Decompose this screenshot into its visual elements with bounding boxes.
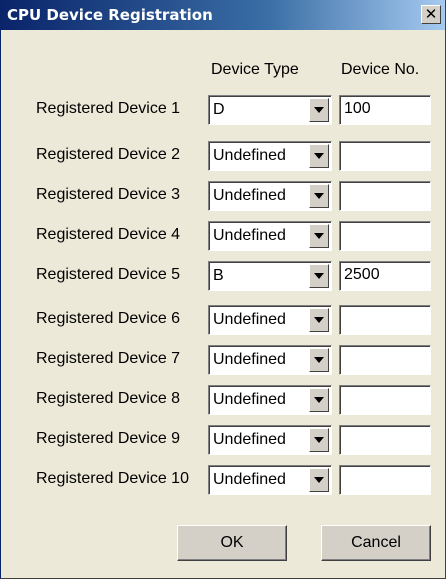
device-type-value: Undefined bbox=[213, 147, 286, 164]
device-type-value: Undefined bbox=[213, 431, 286, 448]
chevron-down-icon bbox=[314, 397, 324, 403]
device-type-value: Undefined bbox=[213, 391, 286, 408]
registered-device-label: Registered Device 2 bbox=[36, 146, 181, 163]
device-number-input[interactable]: 2500 bbox=[339, 261, 431, 291]
registered-device-label: Registered Device 9 bbox=[36, 430, 181, 447]
device-type-header: Device Type bbox=[211, 61, 299, 78]
chevron-down-icon bbox=[314, 357, 324, 363]
device-number-input[interactable] bbox=[339, 141, 431, 171]
cancel-button[interactable]: Cancel bbox=[321, 525, 431, 561]
dropdown-button[interactable] bbox=[309, 98, 329, 122]
cpu-device-registration-dialog: CPU Device Registration ✕ Device Type De… bbox=[0, 0, 446, 579]
device-type-select[interactable]: Undefined bbox=[208, 385, 332, 415]
device-type-select[interactable]: Undefined bbox=[208, 345, 332, 375]
chevron-down-icon bbox=[314, 107, 324, 113]
chevron-down-icon bbox=[314, 317, 324, 323]
device-type-value: Undefined bbox=[213, 311, 286, 328]
registered-device-label: Registered Device 1 bbox=[36, 100, 181, 117]
dropdown-button[interactable] bbox=[309, 308, 329, 332]
chevron-down-icon bbox=[314, 437, 324, 443]
device-type-select[interactable]: D bbox=[208, 95, 332, 125]
dropdown-button[interactable] bbox=[309, 428, 329, 452]
registered-device-label: Registered Device 10 bbox=[36, 470, 189, 487]
device-number-value: 2500 bbox=[344, 266, 380, 283]
device-type-select[interactable]: Undefined bbox=[208, 181, 332, 211]
device-number-input[interactable] bbox=[339, 385, 431, 415]
dropdown-button[interactable] bbox=[309, 388, 329, 412]
device-no-header: Device No. bbox=[341, 61, 420, 78]
device-type-select[interactable]: Undefined bbox=[208, 465, 332, 495]
device-type-select[interactable]: Undefined bbox=[208, 425, 332, 455]
ok-button[interactable]: OK bbox=[177, 525, 287, 561]
device-type-value: B bbox=[213, 267, 224, 284]
device-type-value: Undefined bbox=[213, 187, 286, 204]
close-icon[interactable]: ✕ bbox=[421, 5, 441, 24]
device-type-value: Undefined bbox=[213, 227, 286, 244]
device-type-value: Undefined bbox=[213, 471, 286, 488]
window-title: CPU Device Registration bbox=[7, 6, 213, 24]
device-number-value: 100 bbox=[344, 100, 371, 117]
dropdown-button[interactable] bbox=[309, 264, 329, 288]
dropdown-button[interactable] bbox=[309, 224, 329, 248]
device-number-input[interactable] bbox=[339, 465, 431, 495]
dropdown-button[interactable] bbox=[309, 468, 329, 492]
registered-device-label: Registered Device 5 bbox=[36, 266, 181, 283]
device-type-select[interactable]: B bbox=[208, 261, 332, 291]
registered-device-label: Registered Device 8 bbox=[36, 390, 181, 407]
title-bar: CPU Device Registration ✕ bbox=[1, 0, 445, 30]
device-number-input[interactable] bbox=[339, 345, 431, 375]
device-number-input[interactable]: 100 bbox=[339, 95, 431, 125]
device-type-select[interactable]: Undefined bbox=[208, 221, 332, 251]
registered-device-label: Registered Device 6 bbox=[36, 310, 181, 327]
device-type-value: Undefined bbox=[213, 351, 286, 368]
dropdown-button[interactable] bbox=[309, 184, 329, 208]
device-number-input[interactable] bbox=[339, 305, 431, 335]
chevron-down-icon bbox=[314, 273, 324, 279]
registered-device-label: Registered Device 3 bbox=[36, 186, 181, 203]
registered-device-label: Registered Device 4 bbox=[36, 226, 181, 243]
device-type-select[interactable]: Undefined bbox=[208, 141, 332, 171]
registered-device-label: Registered Device 7 bbox=[36, 350, 181, 367]
dropdown-button[interactable] bbox=[309, 144, 329, 168]
dropdown-button[interactable] bbox=[309, 348, 329, 372]
device-type-value: D bbox=[213, 101, 225, 118]
chevron-down-icon bbox=[314, 477, 324, 483]
device-number-input[interactable] bbox=[339, 221, 431, 251]
device-number-input[interactable] bbox=[339, 425, 431, 455]
chevron-down-icon bbox=[314, 233, 324, 239]
chevron-down-icon bbox=[314, 193, 324, 199]
chevron-down-icon bbox=[314, 153, 324, 159]
device-type-select[interactable]: Undefined bbox=[208, 305, 332, 335]
device-number-input[interactable] bbox=[339, 181, 431, 211]
